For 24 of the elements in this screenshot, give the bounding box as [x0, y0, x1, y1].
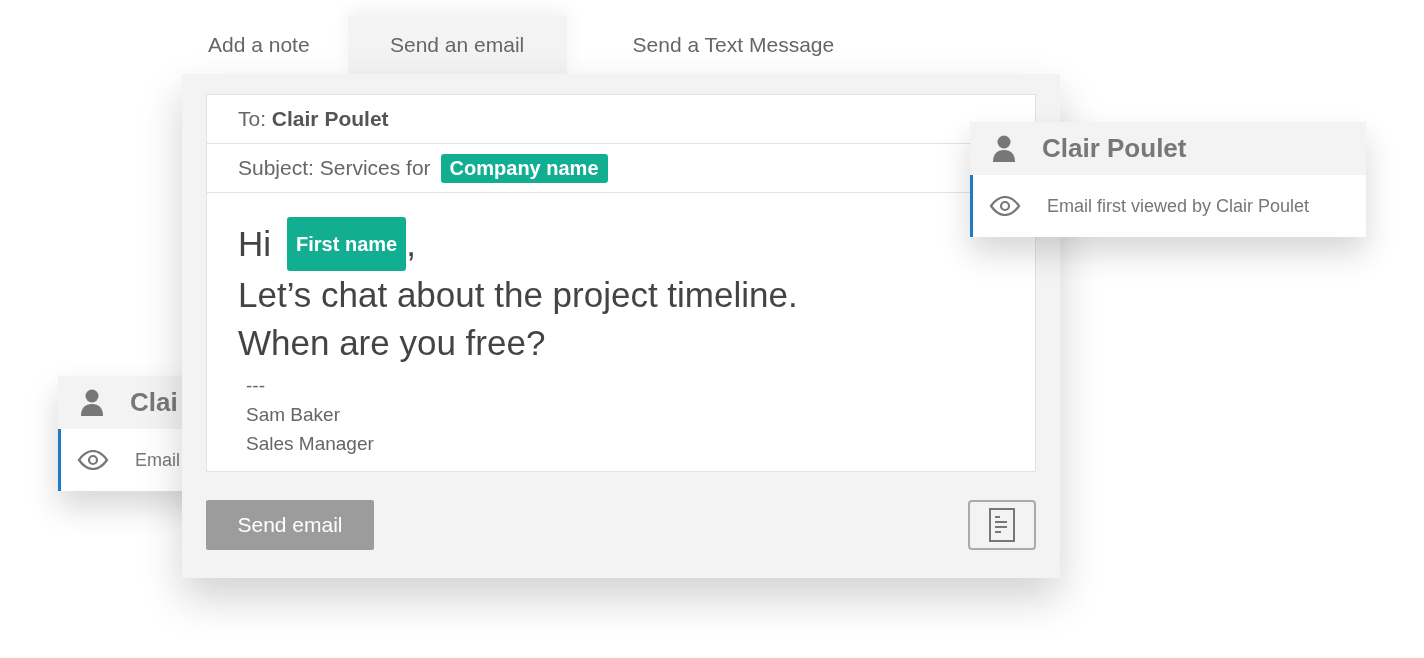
tab[interactable]: Add a note — [184, 16, 334, 74]
person-icon — [80, 388, 104, 417]
signature-text: Sales Manager — [246, 433, 374, 454]
tab[interactable]: Send a Text Message — [608, 16, 859, 74]
person-icon — [992, 134, 1016, 163]
body-text: Let’s chat about the project timeline. — [238, 274, 798, 316]
merge-tag[interactable]: First name — [287, 217, 407, 271]
body-text: When are you free? — [238, 322, 546, 364]
greeting-text: Hi — [238, 223, 272, 265]
comma-text: , — [406, 223, 416, 265]
subject-label: Subject: Services for — [238, 156, 431, 180]
tab[interactable]: Send an email — [347, 16, 567, 74]
template-button[interactable] — [968, 500, 1036, 550]
eye-icon — [77, 450, 109, 470]
document-icon — [989, 508, 1015, 542]
notification-text: Email first viewed by Clair Poulet — [1047, 195, 1310, 217]
signature-text: Sam Baker — [246, 404, 340, 425]
contact-name: Clai — [130, 387, 178, 418]
contact-name: Clair Poulet — [1042, 133, 1187, 164]
notification-text: Email — [135, 449, 180, 471]
signature-text: --- — [246, 375, 265, 396]
eye-icon — [989, 196, 1021, 216]
merge-tag[interactable]: Company name — [440, 153, 608, 183]
recipient-line: To: Clair Poulet — [238, 107, 389, 131]
